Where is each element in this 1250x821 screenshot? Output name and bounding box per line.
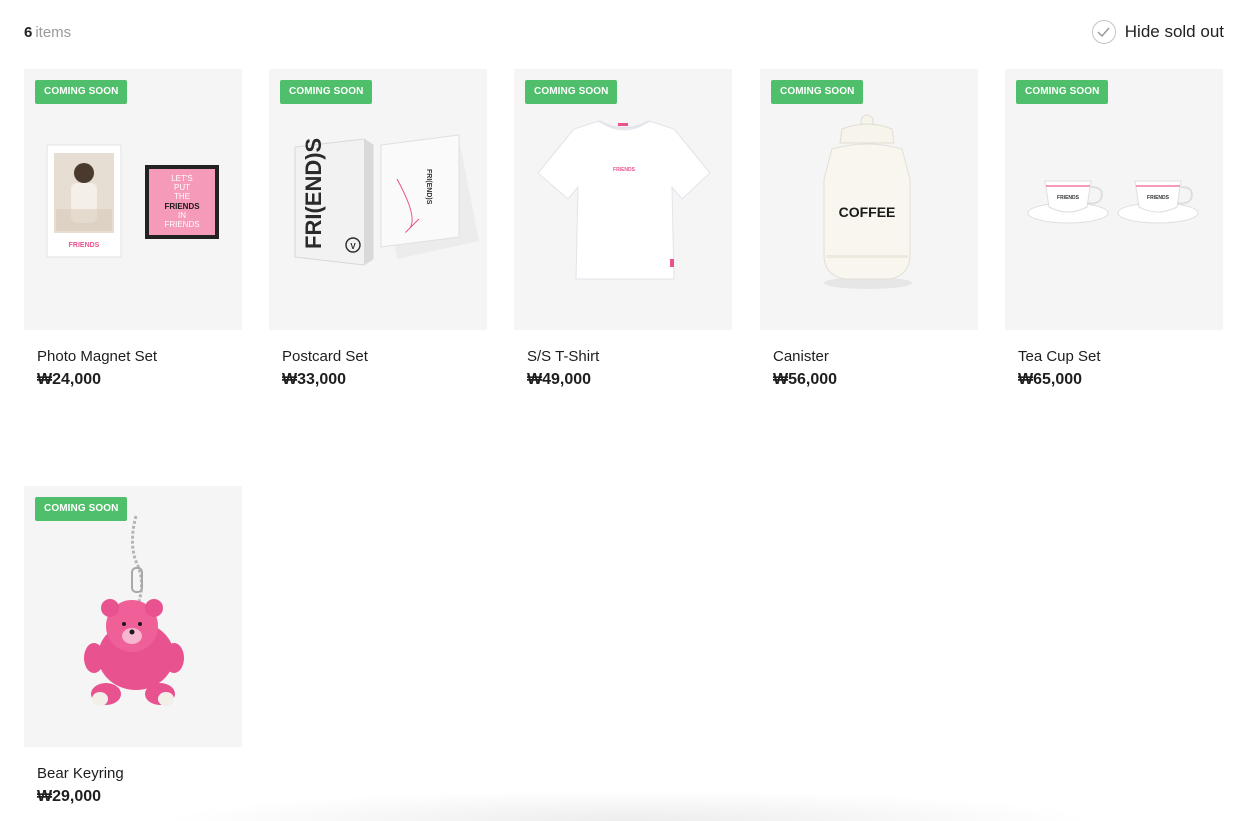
- product-title[interactable]: Postcard Set: [269, 348, 487, 365]
- product-price: ₩49,000: [527, 371, 592, 388]
- product-image[interactable]: COMING SOON: [24, 486, 242, 747]
- canister-image: COFFEE: [823, 114, 912, 289]
- svg-text:FRI(END)S: FRI(END)S: [301, 138, 326, 249]
- product-image[interactable]: FRIENDS LET'S PUT THE FRIENDS IN FRIENDS…: [24, 69, 242, 330]
- svg-text:PUT: PUT: [174, 183, 190, 192]
- product-image[interactable]: FRIENDS FRIENDS COMING SOON: [1005, 69, 1223, 330]
- svg-text:FRIENDS: FRIENDS: [613, 167, 636, 173]
- checkmark-icon[interactable]: [1091, 20, 1116, 44]
- product-title[interactable]: Photo Magnet Set: [24, 348, 242, 365]
- bear-keyring-image: [84, 515, 184, 706]
- coming-soon-badge: COMING SOON: [280, 80, 373, 104]
- item-count-number: 6: [24, 24, 33, 41]
- product-card-canister[interactable]: COFFEE COMING SOON Canister ₩56,000: [760, 69, 978, 389]
- svg-text:V: V: [350, 242, 356, 251]
- product-card-bear-keyring[interactable]: COMING SOON Bear Keyring ₩29,000: [24, 486, 242, 806]
- product-card-postcard-set[interactable]: FRI(END)S FRI(END)S V COMING SOON Postca…: [269, 69, 487, 389]
- svg-text:IN: IN: [178, 211, 186, 220]
- product-price: ₩24,000: [37, 371, 102, 388]
- magnet-brand-text: FRIENDS: [69, 242, 100, 249]
- photo-magnet-image: FRIENDS LET'S PUT THE FRIENDS IN FRIENDS: [46, 144, 219, 258]
- product-image[interactable]: COFFEE COMING SOON: [760, 69, 978, 330]
- coming-soon-badge: COMING SOON: [771, 80, 864, 104]
- teacup-image: FRIENDS FRIENDS: [1027, 180, 1199, 224]
- scroll-shadow: [160, 790, 1100, 821]
- svg-text:COFFEE: COFFEE: [839, 204, 896, 220]
- product-image[interactable]: FRIENDS COMING SOON: [514, 69, 732, 330]
- svg-text:FRI(END)S: FRI(END)S: [425, 169, 432, 205]
- coming-soon-badge: COMING SOON: [1016, 80, 1109, 104]
- coming-soon-badge: COMING SOON: [35, 497, 128, 521]
- product-image[interactable]: FRI(END)S FRI(END)S V COMING SOON: [269, 69, 487, 330]
- product-price: ₩65,000: [1018, 371, 1083, 388]
- coming-soon-badge: COMING SOON: [35, 80, 128, 104]
- svg-text:FRIENDS: FRIENDS: [1057, 195, 1080, 201]
- product-card-ss-t-shirt[interactable]: FRIENDS COMING SOON S/S T-Shirt ₩49,000: [514, 69, 732, 389]
- item-count-label: items: [35, 24, 72, 41]
- coming-soon-badge: COMING SOON: [525, 80, 618, 104]
- svg-text:FRIENDS: FRIENDS: [164, 202, 200, 211]
- hide-sold-out-label: Hide sold out: [1124, 22, 1224, 41]
- svg-text:FRIENDS: FRIENDS: [1147, 195, 1170, 201]
- svg-text:THE: THE: [174, 192, 190, 201]
- product-title[interactable]: Bear Keyring: [24, 765, 242, 782]
- product-title[interactable]: S/S T-Shirt: [514, 348, 732, 365]
- item-count: 6 items: [24, 24, 71, 41]
- postcard-box-image: FRI(END)S FRI(END)S V: [294, 134, 479, 266]
- product-price: ₩33,000: [282, 371, 347, 388]
- product-title[interactable]: Canister: [760, 348, 978, 365]
- hide-sold-out-toggle[interactable]: Hide sold out: [1091, 20, 1224, 44]
- svg-text:LET'S: LET'S: [171, 174, 193, 183]
- toolbar: 6 items Hide sold out: [24, 20, 1224, 44]
- product-title[interactable]: Tea Cup Set: [1005, 348, 1223, 365]
- product-card-photo-magnet-set[interactable]: FRIENDS LET'S PUT THE FRIENDS IN FRIENDS…: [24, 69, 242, 389]
- tshirt-image: FRIENDS: [537, 120, 711, 280]
- svg-text:FRIENDS: FRIENDS: [164, 220, 199, 229]
- product-price: ₩56,000: [773, 371, 838, 388]
- product-card-tea-cup-set[interactable]: FRIENDS FRIENDS COMING SOON Tea Cup Set …: [1005, 69, 1223, 389]
